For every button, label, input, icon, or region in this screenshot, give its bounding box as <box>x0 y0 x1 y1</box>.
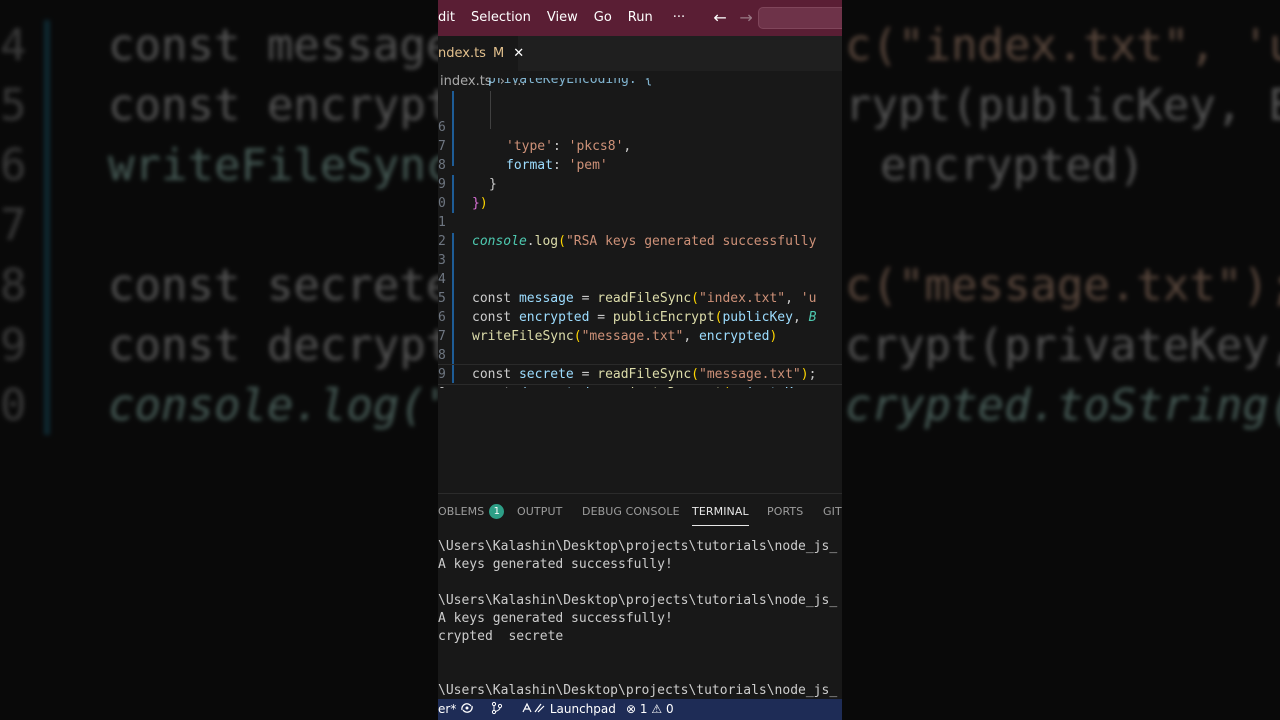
warning-icon: ⚠ <box>651 702 663 716</box>
tab-gitlens[interactable]: GIT <box>823 494 842 530</box>
code-line: 6 'type': 'pkcs8', <box>438 99 842 154</box>
terminal-line: A keys generated successfully! <box>438 557 673 572</box>
editor-tab-bar: ndex.ts M ✕ <box>438 36 842 71</box>
modified-badge: M <box>492 46 505 61</box>
problems-count-badge: 1 <box>489 504 505 519</box>
warning-count: 0 <box>665 702 674 716</box>
code-line-partial: privateKeyEncoding: { <box>438 78 842 89</box>
error-count: 1 <box>639 702 648 716</box>
forward-arrow-icon[interactable]: → <box>733 0 759 36</box>
code-editor[interactable]: privateKeyEncoding: { 6 'type': 'pkcs8',… <box>438 78 842 388</box>
rocket-icon <box>522 702 545 713</box>
launchpad-label: Launchpad <box>549 702 616 716</box>
tab-problems-label: OBLEMS <box>438 505 485 518</box>
tab-problems[interactable]: OBLEMS 1 <box>438 494 505 530</box>
git-branch[interactable]: er* <box>438 699 456 720</box>
code-line: 0 <box>438 175 842 211</box>
code-line: 3 <box>438 232 842 268</box>
code-line: 1 console.log("RSA keys generated succes… <box>438 194 842 249</box>
terminal-line: \Users\Kalashin\Desktop\projects\tutoria… <box>438 683 838 698</box>
code-line: 8 } <box>438 137 842 192</box>
code-line: 8 const secrete = readFileSync("message.… <box>438 327 842 382</box>
error-icon: ⊗ <box>626 702 637 716</box>
line-number: 0 <box>438 384 446 388</box>
title-bar: dit Selection View Go Run ··· ← → <box>438 0 842 36</box>
command-center-search[interactable] <box>758 7 842 29</box>
problems-status[interactable]: ⊗ 1 ⚠ 0 <box>626 699 674 720</box>
git-graph-icon[interactable] <box>490 699 504 720</box>
menu-edit[interactable]: dit <box>438 0 463 36</box>
tab-debug-console[interactable]: DEBUG CONSOLE <box>582 494 680 530</box>
code-line-partial-text: privateKeyEncoding: { <box>488 78 653 87</box>
code-line: 4 const message = readFileSync("index.tx… <box>438 251 842 306</box>
terminal-line: \Users\Kalashin\Desktop\projects\tutoria… <box>438 593 838 608</box>
code-line: 9 }) <box>438 156 842 211</box>
code-line: 9 const decrypted = privateDecrypt(priva… <box>438 346 842 388</box>
bottom-panel: OBLEMS 1 OUTPUT DEBUG CONSOLE TERMINAL PO… <box>438 493 842 702</box>
code-line: 7 <box>438 308 842 344</box>
menu-view[interactable]: View <box>539 0 586 36</box>
terminal-line: \Users\Kalashin\Desktop\projects\tutoria… <box>438 539 838 554</box>
terminal-line: A keys generated successfully! <box>438 611 673 626</box>
tab-index-ts[interactable]: ndex.ts M ✕ <box>438 36 524 71</box>
status-bar: er* Launchpad ⊗ 1 ⚠ 0 <box>438 699 842 720</box>
menu-run[interactable]: Run <box>620 0 661 36</box>
menu-more[interactable]: ··· <box>661 0 707 36</box>
code-line: 2 <box>438 213 842 249</box>
code-line-current: 0 console.log("decrypted", decrypted.toS… <box>438 364 842 388</box>
tab-ports[interactable]: PORTS <box>767 494 803 530</box>
tab-label: ndex.ts <box>438 46 486 61</box>
tab-output[interactable]: OUTPUT <box>517 494 562 530</box>
code-line-text: const decrypted = privateDecrypt(private… <box>472 384 816 388</box>
terminal-line: crypted secrete <box>438 629 564 644</box>
back-arrow-icon[interactable]: ← <box>707 0 733 36</box>
vscode-window: dit Selection View Go Run ··· ← → ndex.t… <box>438 0 842 720</box>
menu-selection[interactable]: Selection <box>463 0 539 36</box>
tab-terminal[interactable]: TERMINAL <box>692 494 749 530</box>
menu-go[interactable]: Go <box>586 0 620 36</box>
sync-icon[interactable] <box>460 699 474 720</box>
panel-tabs: OBLEMS 1 OUTPUT DEBUG CONSOLE TERMINAL PO… <box>438 494 842 530</box>
launchpad-item[interactable]: Launchpad <box>520 699 616 720</box>
code-line: 7 format: 'pem' <box>438 118 842 173</box>
code-line: 6 writeFileSync("message.txt", encrypted… <box>438 289 842 344</box>
code-line: 5 const encrypted = publicEncrypt(public… <box>438 270 842 325</box>
close-icon[interactable]: ✕ <box>513 46 524 61</box>
